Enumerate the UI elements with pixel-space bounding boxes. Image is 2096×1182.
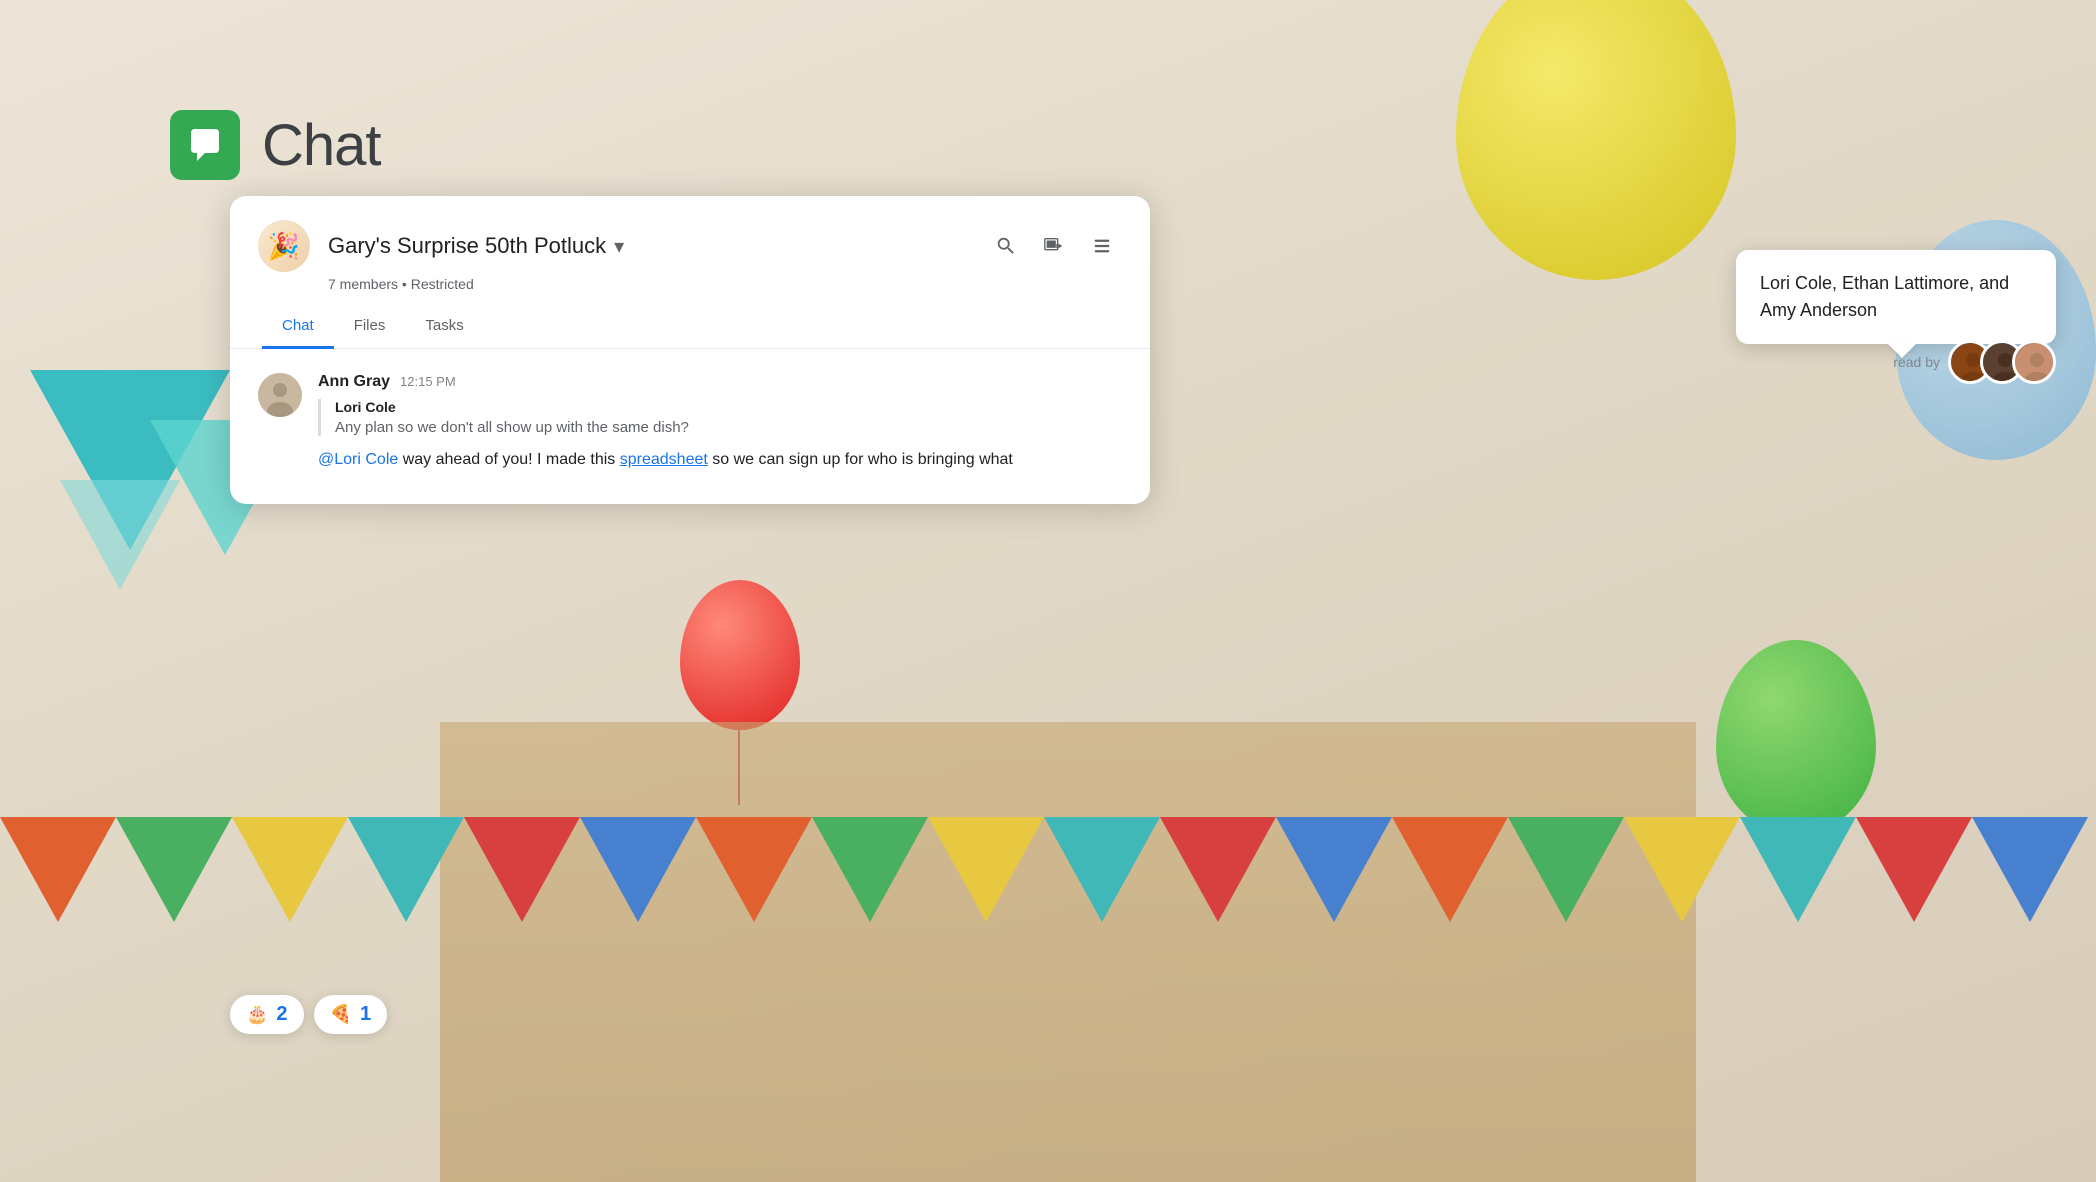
bunt-17 bbox=[1856, 817, 1972, 922]
cake-count: 2 bbox=[276, 1003, 287, 1026]
search-icon bbox=[995, 235, 1017, 257]
group-restriction: Restricted bbox=[411, 276, 474, 292]
tab-files[interactable]: Files bbox=[334, 305, 406, 349]
bunting-row-1 bbox=[0, 817, 2088, 922]
tab-chat[interactable]: Chat bbox=[262, 305, 334, 349]
chat-logo bbox=[170, 110, 240, 180]
message-text-before-link: way ahead of you! I made this bbox=[398, 451, 619, 468]
bunt-3 bbox=[232, 817, 348, 922]
chat-group-name-container: Gary's Surprise 50th Potluck ▾ bbox=[328, 233, 624, 259]
chat-window-title-row: 🎉 Gary's Surprise 50th Potluck ▾ bbox=[258, 220, 1122, 272]
menu-button[interactable] bbox=[1082, 226, 1122, 266]
video-icon bbox=[1043, 235, 1065, 257]
read-avatar-3 bbox=[2012, 340, 2056, 384]
bunt-4 bbox=[348, 817, 464, 922]
message-time: 12:15 PM bbox=[400, 374, 456, 389]
message-text: @Lori Cole way ahead of you! I made this… bbox=[318, 448, 1122, 472]
bunt-8 bbox=[812, 817, 928, 922]
pizza-count: 1 bbox=[360, 1003, 371, 1026]
chat-tabs: Chat Files Tasks bbox=[262, 304, 1122, 348]
chat-body: Ann Gray 12:15 PM Lori Cole Any plan so … bbox=[230, 349, 1150, 504]
tab-tasks[interactable]: Tasks bbox=[405, 305, 483, 349]
reactions-container: 🎂 2 🍕 1 bbox=[230, 995, 387, 1034]
group-members: 7 members bbox=[328, 276, 398, 292]
balloon-yellow bbox=[1456, 0, 1736, 280]
bunt-5 bbox=[464, 817, 580, 922]
video-button[interactable] bbox=[1034, 226, 1074, 266]
read-avatar-3-svg bbox=[2015, 343, 2056, 384]
menu-icon bbox=[1091, 235, 1113, 257]
triangle-teal-tiny bbox=[60, 480, 180, 590]
curtain-backdrop bbox=[440, 722, 1696, 1182]
message-row: Ann Gray 12:15 PM Lori Cole Any plan so … bbox=[258, 373, 1122, 472]
group-name-row[interactable]: Gary's Surprise 50th Potluck ▾ bbox=[328, 233, 624, 259]
group-name: Gary's Surprise 50th Potluck bbox=[328, 233, 606, 259]
bunt-16 bbox=[1740, 817, 1856, 922]
bunt-1 bbox=[0, 817, 116, 922]
chat-header: Chat bbox=[170, 110, 381, 180]
bunt-6 bbox=[580, 817, 696, 922]
chevron-down-icon: ▾ bbox=[614, 234, 624, 259]
quoted-author: Lori Cole bbox=[335, 399, 1122, 415]
ann-avatar-svg bbox=[258, 373, 302, 417]
ann-gray-avatar bbox=[258, 373, 302, 417]
bunt-7 bbox=[696, 817, 812, 922]
chat-window-header: 🎉 Gary's Surprise 50th Potluck ▾ bbox=[230, 196, 1150, 349]
tooltip-text: Lori Cole, Ethan Lattimore, and Amy Ande… bbox=[1760, 273, 2009, 320]
reaction-cake[interactable]: 🎂 2 bbox=[230, 995, 304, 1034]
message-author-row: Ann Gray 12:15 PM bbox=[318, 373, 1122, 391]
bunt-14 bbox=[1508, 817, 1624, 922]
chat-window-subtitle: 7 members • Restricted bbox=[328, 276, 1122, 292]
search-button[interactable] bbox=[986, 226, 1026, 266]
spreadsheet-link[interactable]: spreadsheet bbox=[620, 451, 708, 468]
message-text-after-link: so we can sign up for who is bringing wh… bbox=[708, 451, 1013, 468]
bunt-15 bbox=[1624, 817, 1740, 922]
chat-window-title-left: 🎉 Gary's Surprise 50th Potluck ▾ bbox=[258, 220, 624, 272]
quoted-text: Any plan so we don't all show up with th… bbox=[335, 419, 1122, 436]
message-author: Ann Gray bbox=[318, 373, 390, 391]
read-by-area: read by bbox=[1893, 340, 2056, 384]
cake-emoji: 🎂 bbox=[246, 1004, 268, 1025]
read-by-label: read by bbox=[1893, 354, 1940, 370]
tooltip-bubble: Lori Cole, Ethan Lattimore, and Amy Ande… bbox=[1736, 250, 2056, 344]
chat-logo-svg bbox=[183, 123, 227, 167]
bunt-11 bbox=[1160, 817, 1276, 922]
quoted-message: Lori Cole Any plan so we don't all show … bbox=[318, 399, 1122, 436]
group-avatar: 🎉 bbox=[258, 220, 310, 272]
bunt-18 bbox=[1972, 817, 2088, 922]
bunt-12 bbox=[1276, 817, 1392, 922]
bunt-2 bbox=[116, 817, 232, 922]
chat-window: 🎉 Gary's Surprise 50th Potluck ▾ bbox=[230, 196, 1150, 504]
chat-window-actions bbox=[986, 226, 1122, 266]
mention-lori[interactable]: @Lori Cole bbox=[318, 451, 398, 468]
read-by-avatars bbox=[1948, 340, 2056, 384]
bunt-13 bbox=[1392, 817, 1508, 922]
message-content: Ann Gray 12:15 PM Lori Cole Any plan so … bbox=[318, 373, 1122, 472]
bunt-9 bbox=[928, 817, 1044, 922]
pizza-emoji: 🍕 bbox=[330, 1004, 352, 1025]
app-title: Chat bbox=[262, 112, 381, 179]
reaction-pizza[interactable]: 🍕 1 bbox=[314, 995, 388, 1034]
bunt-10 bbox=[1044, 817, 1160, 922]
